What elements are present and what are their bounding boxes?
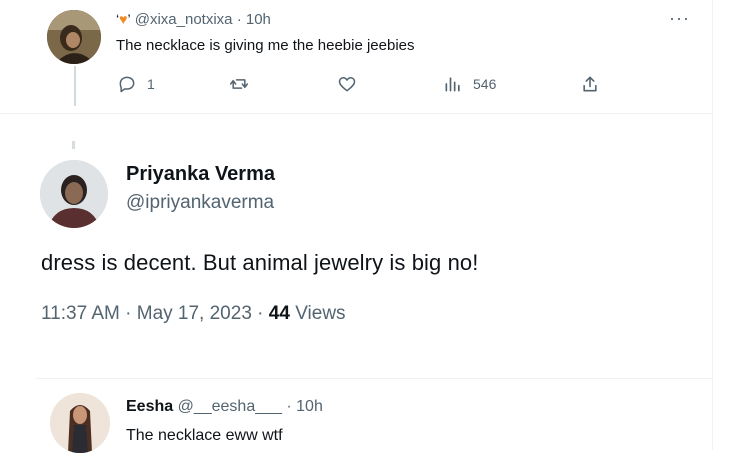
share-button[interactable] [580,72,600,96]
reply-icon [119,76,135,93]
column-border [712,0,713,450]
thread-connector [72,141,75,149]
reply-author-name[interactable]: Eesha [126,398,173,415]
reply-button[interactable]: 1 [117,72,155,96]
author-handle[interactable]: @ipriyankaverma [126,192,274,214]
more-options-icon[interactable]: ··· [669,8,690,29]
analytics-icon [445,77,460,92]
divider [0,113,712,114]
tweet-meta: 11:37 AM · May 17, 2023 · 44 Views [41,303,346,325]
heart-icon [338,77,356,92]
avatar-image [47,10,101,64]
thread-line [74,66,76,106]
retweet-button[interactable] [229,72,249,96]
views-label: Views [289,303,346,324]
avatar-image [40,160,108,228]
reply-handle[interactable]: @xixa_notxixa [135,11,233,28]
avatar[interactable] [50,393,110,453]
avatar[interactable] [40,160,108,228]
reply-header: ‘♥’ @xixa_notxixa · 10h [116,11,271,28]
tweet-timestamp[interactable]: 11:37 AM · May 17, 2023 · [41,303,269,324]
share-icon [583,76,597,92]
author-name[interactable]: Priyanka Verma [126,163,275,186]
divider [36,378,712,379]
avatar[interactable] [47,10,101,64]
reply-count: 1 [147,76,155,92]
reply-text: The necklace eww wtf [126,427,283,444]
reply-handle[interactable]: @__eesha___ [178,398,282,415]
reply-header: Eesha @__eesha___ · 10h [126,398,323,416]
avatar-image [50,393,110,453]
retweet-icon [229,79,249,89]
reply-time[interactable]: · 10h [286,398,322,415]
views-number: 44 [268,303,290,324]
reply-time[interactable]: · 10h [237,11,271,28]
tweet-text: dress is decent. But animal jewelry is b… [41,250,479,275]
views-button[interactable]: 546 [443,72,496,96]
views-count: 546 [473,76,497,92]
reply-text: The necklace is giving me the heebie jee… [116,37,415,54]
quote-close: ’ [127,11,131,27]
like-button[interactable] [337,72,357,96]
